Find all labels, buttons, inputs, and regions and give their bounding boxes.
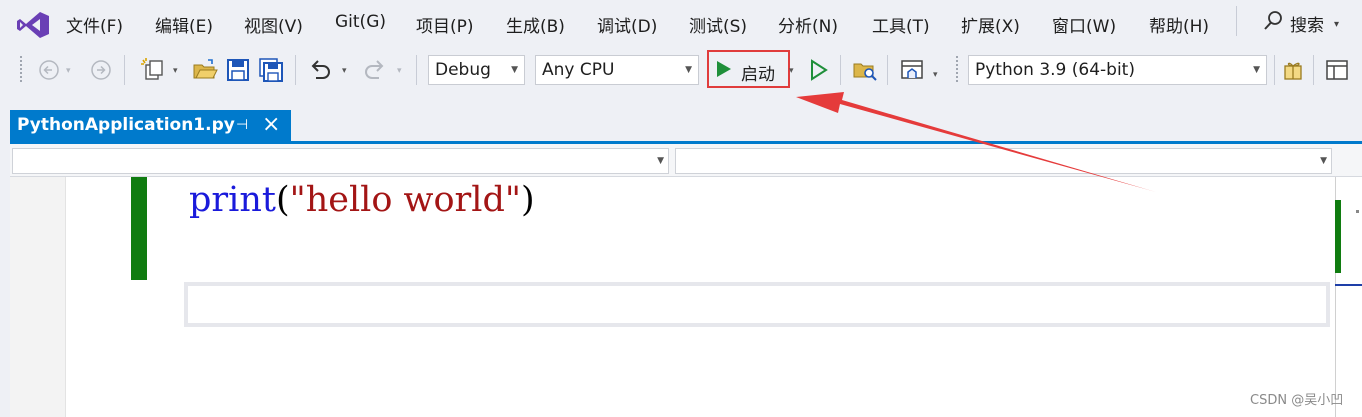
chevron-down-icon: ▼ [685, 65, 692, 75]
editor-gutter [10, 177, 66, 417]
menu-project[interactable]: 项目(P) [416, 12, 474, 37]
menu-edit[interactable]: 编辑(E) [155, 12, 213, 37]
menu-build[interactable]: 生成(B) [506, 12, 565, 37]
chevron-down-icon: ▼ [1320, 156, 1327, 166]
menu-analyze[interactable]: 分析(N) [778, 12, 838, 37]
chevron-down-icon: ▼ [1253, 65, 1260, 75]
navigate-forward-icon[interactable] [88, 57, 114, 83]
scope-dropdown[interactable]: ▼ [12, 148, 669, 174]
toolbar-separator [416, 55, 417, 85]
save-all-icon[interactable] [258, 57, 284, 83]
toolbar-separator [1274, 55, 1275, 85]
menu-test[interactable]: 测试(S) [689, 12, 747, 37]
chevron-down-icon: ▼ [511, 65, 518, 75]
menu-tools[interactable]: 工具(T) [872, 12, 930, 37]
layout-panel-icon[interactable] [1324, 57, 1350, 83]
menu-file[interactable]: 文件(F) [66, 12, 123, 37]
menu-extensions[interactable]: 扩展(X) [961, 12, 1020, 37]
tab-pythonapplication1[interactable]: PythonApplication1.py ⊣ × [10, 110, 291, 141]
configuration-select[interactable]: Debug ▼ [428, 55, 525, 85]
close-icon[interactable]: × [262, 112, 280, 137]
package-icon[interactable] [1280, 57, 1306, 83]
menu-help[interactable]: 帮助(H) [1149, 12, 1209, 37]
menu-debug[interactable]: 调试(D) [597, 12, 657, 37]
overview-caret-line [1335, 284, 1362, 286]
chevron-down-icon: ▼ [657, 156, 664, 166]
new-dropdown-icon[interactable]: ▾ [173, 66, 178, 76]
menu-window[interactable]: 窗口(W) [1052, 12, 1116, 37]
toolbar-grip[interactable] [19, 55, 24, 83]
navigate-back-icon[interactable] [36, 57, 62, 83]
menu-separator [1236, 6, 1237, 36]
start-label: 启动 [741, 65, 775, 85]
search-icon[interactable] [1262, 10, 1284, 32]
code-string: "hello world" [289, 180, 521, 220]
start-dropdown-icon[interactable]: ▾ [789, 66, 794, 76]
code-function: print [189, 180, 276, 220]
tab-label: PythonApplication1.py [17, 115, 235, 135]
save-icon[interactable] [225, 57, 251, 83]
platform-select[interactable]: Any CPU ▼ [535, 55, 699, 85]
undo-icon[interactable] [307, 57, 333, 83]
open-folder-icon[interactable] [192, 57, 218, 83]
redo-icon[interactable] [362, 57, 388, 83]
menu-git[interactable]: Git(G) [335, 12, 386, 32]
annotation-arrow [796, 92, 1156, 192]
platform-value: Any CPU [542, 60, 615, 80]
code-paren: ( [275, 180, 290, 220]
back-dropdown-icon[interactable]: ▾ [66, 66, 71, 76]
overview-marker [1356, 210, 1359, 213]
toolbar-separator [1313, 55, 1314, 85]
new-project-icon[interactable] [140, 57, 166, 83]
toolbar-separator [124, 55, 125, 85]
browser-dropdown-icon[interactable]: ▾ [933, 70, 938, 80]
play-icon [717, 61, 731, 77]
toolbar-grip[interactable] [955, 55, 960, 83]
python-environment-value: Python 3.9 (64-bit) [975, 60, 1135, 80]
toolbar-separator [295, 55, 296, 85]
start-debugging-button[interactable]: 启动 [707, 50, 790, 88]
menu-view[interactable]: 视图(V) [244, 12, 303, 37]
visual-studio-logo-icon[interactable] [16, 11, 50, 39]
undo-dropdown-icon[interactable]: ▾ [342, 66, 347, 76]
search-label[interactable]: 搜索 [1290, 11, 1324, 36]
code-paren: ) [521, 180, 535, 220]
change-indicator-bar [131, 177, 147, 280]
watermark: CSDN @吴小凹 [1250, 393, 1344, 408]
redo-dropdown-icon[interactable]: ▾ [397, 66, 402, 76]
overview-change-marker [1335, 200, 1341, 273]
code-line[interactable]: print("hello world") [189, 180, 535, 220]
pin-icon[interactable]: ⊣ [236, 117, 248, 133]
search-dropdown-icon[interactable]: ▾ [1334, 19, 1339, 30]
configuration-value: Debug [435, 60, 491, 80]
current-line-highlight[interactable] [184, 282, 1330, 327]
